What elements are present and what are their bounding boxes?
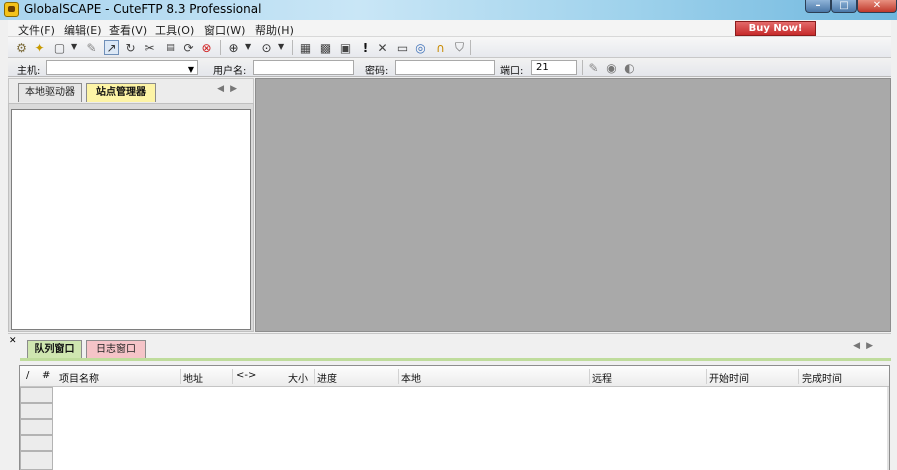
host-label: 主机: [17,66,41,77]
table-row[interactable] [20,419,53,435]
compress-icon[interactable]: ▩ [318,40,333,55]
new-site-dropdown-icon[interactable]: ▼ [71,42,77,51]
table-row[interactable] [20,451,53,470]
refresh-icon[interactable]: ⟳ [181,40,196,55]
connection-bar: 主机: ▼ 用户名: 密码: 端口: 21 ✎ ◉ ◐ [8,58,891,77]
quick-connect-icon[interactable]: ✦ [32,40,47,55]
stop-icon[interactable]: ⊗ [199,40,214,55]
port-label: 端口: [500,66,524,77]
minimize-button[interactable]: – [805,0,831,13]
tab-log-window[interactable]: 日志窗口 [86,340,146,359]
close-button[interactable]: ✕ [857,0,897,13]
password-input[interactable] [395,60,495,75]
folder-icon[interactable]: ▣ [338,40,353,55]
user-input[interactable] [253,60,354,75]
tab-scroll-arrows-icon[interactable]: ◀▶ [217,84,243,94]
password-label: 密码: [365,66,389,77]
table-row[interactable] [20,387,53,403]
download-dropdown-icon[interactable]: ▼ [245,42,251,51]
main-toolbar: ⚙ ✦ ▢ ▼ ✎ ↗ ↻ ✂ ▤ ⟳ ⊗ ⊕ ▼ ⊙ ▼ ▦ ▩ ▣ ! ✕ … [8,37,891,58]
settings-icon[interactable]: ◎ [413,40,428,55]
col-start-time[interactable]: 开始时间 [709,370,749,385]
col-size[interactable]: 大小 [288,370,308,385]
menu-bar: 文件(F) 编辑(E) 查看(V) 工具(O) 窗口(W) 帮助(H) Buy … [8,20,891,37]
host-dropdown-icon[interactable]: ▼ [188,63,194,76]
shield-icon[interactable]: ⛉ [452,40,467,55]
col-direction[interactable]: <-> [236,370,256,381]
advanced-icon[interactable]: ◐ [622,60,637,75]
col-slash[interactable]: / [26,370,29,381]
history-icon[interactable]: ◉ [604,60,619,75]
col-remote[interactable]: 远程 [592,370,612,385]
tab-site-manager[interactable]: 站点管理器 [86,83,156,102]
menu-tools[interactable]: 工具(O) [155,22,194,38]
menu-help[interactable]: 帮助(H) [255,22,294,38]
upload-dropdown-icon[interactable]: ▼ [278,42,284,51]
quick-connect-go-icon[interactable]: ✎ [586,60,601,75]
menu-edit[interactable]: 编辑(E) [64,22,102,38]
site-manager-tree[interactable] [11,109,251,330]
col-address[interactable]: 地址 [183,370,203,385]
bottom-panel: ✕ 队列窗口 日志窗口 ◀▶ / # 项目名称 地址 <-> 大小 进度 本地 … [8,333,891,470]
remote-pane[interactable] [255,78,891,332]
table-row[interactable] [20,403,53,419]
tab-queue-window[interactable]: 队列窗口 [27,340,82,359]
close-panel-icon[interactable]: ✕ [9,336,17,346]
col-item-name[interactable]: 项目名称 [59,370,99,385]
help-icon[interactable]: ∩ [433,40,448,55]
connect-wizard-icon[interactable]: ⚙ [14,40,29,55]
table-row[interactable] [20,435,53,451]
alert-icon[interactable]: ! [358,40,373,55]
upload-icon[interactable]: ⊙ [259,40,274,55]
menu-view[interactable]: 查看(V) [109,22,147,38]
port-value: 21 [536,62,549,73]
app-icon [4,2,19,17]
queue-table[interactable]: / # 项目名称 地址 <-> 大小 进度 本地 远程 开始时间 完成时间 [19,365,890,470]
reconnect-icon[interactable]: ↻ [123,40,138,55]
host-input[interactable]: ▼ [46,60,198,75]
connect-icon[interactable]: ↗ [104,40,119,55]
bottom-tab-arrows-icon[interactable]: ◀▶ [853,341,879,351]
left-pane [8,103,254,332]
properties-icon[interactable]: ▦ [298,40,313,55]
maximize-button[interactable]: □ [831,0,857,13]
menu-file[interactable]: 文件(F) [18,22,55,38]
col-number[interactable]: # [42,370,50,381]
menu-window[interactable]: 窗口(W) [204,22,245,38]
title-bar: GlobalSCAPE - CuteFTP 8.3 Professional –… [0,0,897,20]
delete-icon[interactable]: ✕ [375,40,390,55]
col-progress[interactable]: 进度 [317,370,337,385]
port-input[interactable]: 21 [531,60,577,75]
col-finish-time[interactable]: 完成时间 [802,370,842,385]
col-local[interactable]: 本地 [401,370,421,385]
window-title: GlobalSCAPE - CuteFTP 8.3 Professional [24,2,262,16]
buy-now-button[interactable]: Buy Now! [735,21,816,36]
download-icon[interactable]: ⊕ [226,40,241,55]
print-icon[interactable]: ▤ [163,40,178,55]
edit-icon[interactable]: ✎ [84,40,99,55]
left-pane-tabs: 本地驱动器 站点管理器 ◀▶ [8,78,254,103]
view-icon[interactable]: ▭ [395,40,410,55]
tab-local-drives[interactable]: 本地驱动器 [18,83,82,102]
user-label: 用户名: [213,66,247,77]
disconnect-icon[interactable]: ✂ [142,40,157,55]
queue-header: / # 项目名称 地址 <-> 大小 进度 本地 远程 开始时间 完成时间 [20,366,889,387]
queue-scrollbar[interactable] [887,387,889,470]
new-site-icon[interactable]: ▢ [52,40,67,55]
